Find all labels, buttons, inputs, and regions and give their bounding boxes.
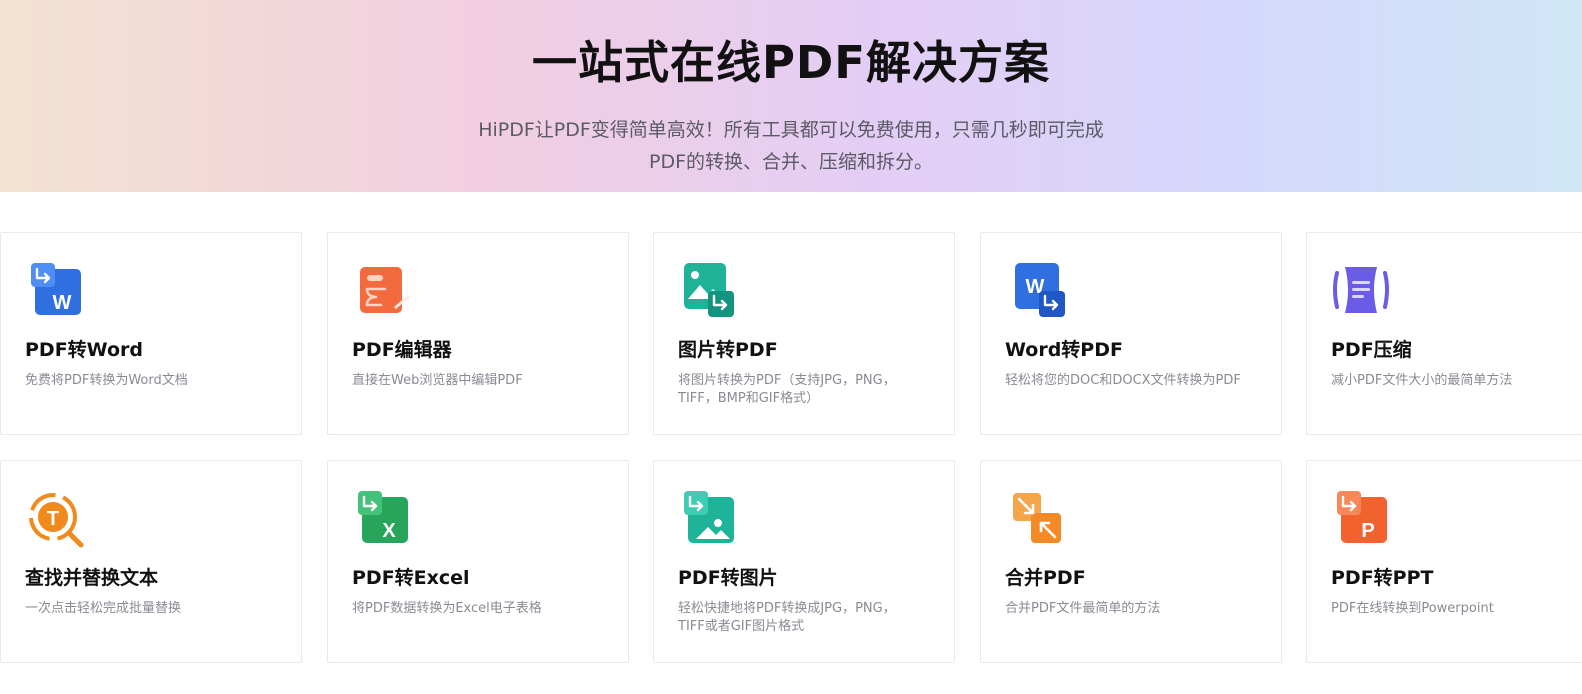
page-subtitle-line-1: HiPDF让PDF变得简单高效！所有工具都可以免费使用，只需几秒即可完成 [478, 119, 1104, 141]
tool-card-find-replace[interactable]: T 查找并替换文本 一次点击轻松完成批量替换 [0, 460, 302, 663]
tool-title: PDF压缩 [1331, 339, 1412, 361]
tool-card-image-to-pdf[interactable]: 图片转PDF 将图片转换为PDF（支持JPG，PNG，TIFF，BMP和GIF格… [653, 232, 955, 435]
tool-description: 轻松将您的DOC和DOCX文件转换为PDF [1005, 373, 1241, 388]
tool-description: 将图片转换为PDF（支持JPG，PNG，TIFF，BMP和GIF格式） [678, 373, 896, 406]
tool-description: 一次点击轻松完成批量替换 [25, 601, 182, 616]
merge-pdf-icon [1013, 493, 1061, 543]
pdf-to-excel-icon: X [358, 491, 408, 543]
tool-title: PDF转PPT [1331, 567, 1434, 589]
tool-description: 直接在Web浏览器中编辑PDF [352, 373, 523, 388]
tool-title: PDF转Word [25, 339, 143, 361]
hero-banner: 一站式在线PDF解决方案 HiPDF让PDF变得简单高效！所有工具都可以免费使用… [0, 0, 1582, 192]
svg-text:X: X [382, 520, 396, 542]
tool-description: 将PDF数据转换为Excel电子表格 [352, 601, 542, 616]
tool-title: Word转PDF [1005, 339, 1123, 361]
tool-description: 免费将PDF转换为Word文档 [25, 373, 188, 388]
tool-title: PDF编辑器 [352, 339, 452, 361]
pdf-to-word-icon: W [31, 263, 81, 315]
pdf-to-image-icon [684, 491, 734, 543]
tool-title: PDF转Excel [352, 567, 470, 589]
tool-title: 图片转PDF [678, 339, 778, 361]
tool-description: PDF在线转换到Powerpoint [1331, 601, 1494, 616]
tool-card-compress-pdf[interactable]: PDF压缩 减小PDF文件大小的最简单方法 [1306, 232, 1582, 435]
svg-text:T: T [47, 508, 59, 530]
pdf-to-ppt-icon: P [1337, 491, 1387, 543]
tool-description: 轻松快捷地将PDF转换成JPG，PNG，TIFF或者GIF图片格式 [678, 601, 896, 634]
tool-title: 查找并替换文本 [25, 567, 159, 589]
tool-card-pdf-editor[interactable]: PDF编辑器 直接在Web浏览器中编辑PDF [327, 232, 629, 435]
image-to-pdf-icon [684, 263, 734, 317]
page-subtitle: HiPDF让PDF变得简单高效！所有工具都可以免费使用，只需几秒即可完成 PDF… [0, 114, 1582, 178]
tool-description: 合并PDF文件最简单的方法 [1005, 601, 1161, 616]
page-subtitle-line-2: PDF的转换、合并、压缩和拆分。 [648, 151, 934, 173]
tool-card-pdf-to-ppt[interactable]: P PDF转PPT PDF在线转换到Powerpoint [1306, 460, 1582, 663]
compress-pdf-icon [1333, 267, 1389, 313]
svg-text:P: P [1361, 520, 1374, 542]
tool-description: 减小PDF文件大小的最简单方法 [1331, 373, 1513, 388]
tool-card-merge-pdf[interactable]: 合并PDF 合并PDF文件最简单的方法 [980, 460, 1282, 663]
pdf-editor-icon [360, 267, 410, 313]
page-title: 一站式在线PDF解决方案 [531, 36, 1051, 89]
tool-title: 合并PDF [1005, 567, 1086, 589]
tool-card-pdf-to-excel[interactable]: X PDF转Excel 将PDF数据转换为Excel电子表格 [327, 460, 629, 663]
tool-card-word-to-pdf[interactable]: W Word转PDF 轻松将您的DOC和DOCX文件转换为PDF [980, 232, 1282, 435]
word-to-pdf-icon: W [1015, 263, 1065, 317]
tool-card-pdf-to-image[interactable]: PDF转图片 轻松快捷地将PDF转换成JPG，PNG，TIFF或者GIF图片格式 [653, 460, 955, 663]
svg-text:W: W [53, 292, 72, 314]
find-replace-icon: T [29, 493, 84, 548]
tool-card-pdf-to-word[interactable]: W PDF转Word 免费将PDF转换为Word文档 [0, 232, 302, 435]
tool-title: PDF转图片 [678, 567, 778, 589]
